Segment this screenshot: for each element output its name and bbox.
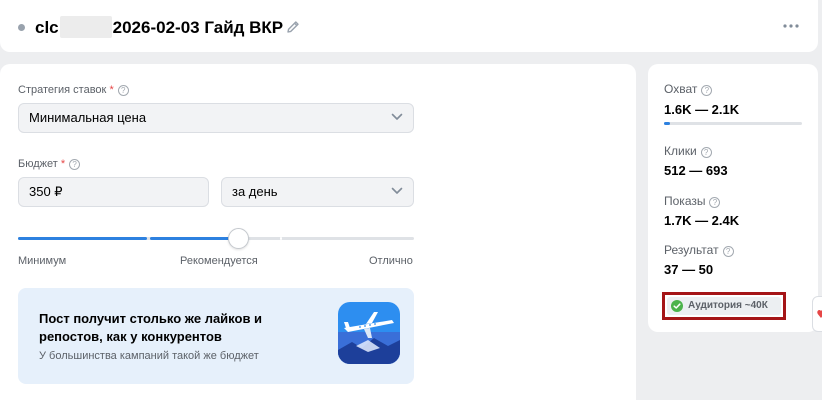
- result-value: 37 — 50: [664, 262, 714, 277]
- check-circle-icon: [671, 300, 683, 312]
- impressions-label-text: Показы: [664, 194, 706, 208]
- title-prefix: clc: [35, 18, 59, 37]
- budget-period-select[interactable]: за день: [221, 177, 414, 207]
- result-label: Результат?: [664, 243, 734, 257]
- status-dot: [18, 24, 25, 31]
- help-icon[interactable]: ?: [69, 159, 81, 170]
- required-mark: *: [60, 158, 66, 170]
- bid-strategy-label: Стратегия ставок *?: [18, 84, 129, 96]
- heart-icon: [817, 310, 822, 318]
- reach-label: Охват?: [664, 82, 713, 96]
- campaign-header: clc 2026-02-03 Гайд ВКР: [0, 0, 818, 52]
- reach-value: 1.6K — 2.1K: [664, 102, 740, 117]
- redacted-block: [59, 16, 112, 38]
- audience-badge-text: Аудитория ~40К: [688, 300, 768, 311]
- budget-slider-fill: [18, 237, 147, 240]
- audience-badge-highlight: Аудитория ~40К: [662, 292, 786, 320]
- slider-recommended-label: Рекомендуется: [180, 255, 258, 267]
- airplane-illustration: [338, 302, 400, 364]
- slider-max-label: Отлично: [369, 255, 413, 267]
- required-mark: *: [109, 84, 114, 96]
- hint-title: Пост получит столько же лайков и репосто…: [39, 311, 263, 344]
- more-icon[interactable]: [782, 22, 800, 30]
- help-icon[interactable]: ?: [722, 246, 734, 257]
- hint-subtitle: У большинства кампаний такой же бюджет: [39, 350, 259, 362]
- budget-slider-fill: [150, 237, 238, 240]
- budget-label-text: Бюджет: [18, 158, 58, 170]
- audience-badge[interactable]: Аудитория ~40К: [667, 297, 781, 315]
- bid-strategy-value: Минимальная цена: [29, 110, 147, 125]
- campaign-title[interactable]: clc 2026-02-03 Гайд ВКР: [35, 16, 283, 38]
- help-icon[interactable]: ?: [709, 197, 721, 208]
- title-suffix: 2026-02-03 Гайд ВКР: [112, 18, 284, 37]
- budget-slider-thumb[interactable]: [228, 228, 249, 249]
- budget-amount-input[interactable]: 350 ₽: [18, 177, 209, 207]
- impressions-value: 1.7K — 2.4K: [664, 213, 740, 228]
- competitor-hint-banner: Пост получит столько же лайков и репосто…: [18, 288, 414, 384]
- clicks-label-text: Клики: [664, 144, 697, 158]
- feedback-widget[interactable]: [812, 296, 822, 332]
- budget-amount-value: 350 ₽: [29, 184, 63, 199]
- reach-progress-fill: [664, 122, 670, 125]
- reach-label-text: Охват: [664, 82, 698, 96]
- chevron-down-icon: [391, 187, 403, 194]
- reach-progress-bar: [664, 122, 802, 125]
- clicks-label: Клики?: [664, 144, 712, 158]
- impressions-label: Показы?: [664, 194, 721, 208]
- chevron-down-icon: [391, 113, 403, 120]
- help-icon[interactable]: ?: [700, 147, 712, 158]
- budget-label: Бюджет *?: [18, 158, 81, 170]
- budget-period-value: за день: [232, 184, 278, 199]
- bid-strategy-select[interactable]: Минимальная цена: [18, 103, 414, 133]
- result-label-text: Результат: [664, 243, 719, 257]
- bid-strategy-label-text: Стратегия ставок: [18, 84, 107, 96]
- help-icon[interactable]: ?: [117, 85, 129, 96]
- pencil-icon[interactable]: [285, 19, 301, 35]
- clicks-value: 512 — 693: [664, 163, 728, 178]
- slider-tick: [280, 237, 282, 240]
- help-icon[interactable]: ?: [701, 85, 713, 96]
- forecast-card: Охват? 1.6K — 2.1K Клики? 512 — 693 Пока…: [648, 64, 818, 332]
- slider-min-label: Минимум: [18, 255, 67, 267]
